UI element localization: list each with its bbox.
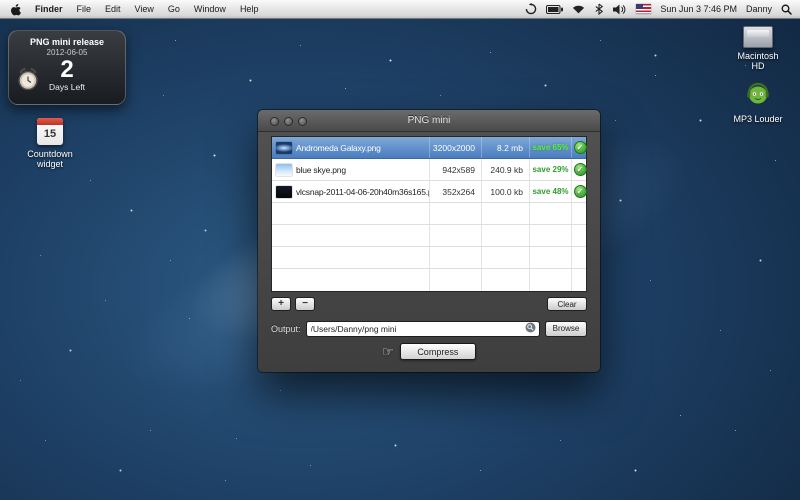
png-mini-window: PNG mini Andromeda Galaxy.png 3200x2000 … [258, 110, 600, 372]
apple-menu-icon[interactable] [0, 0, 28, 19]
window-titlebar[interactable]: PNG mini [258, 110, 600, 132]
output-row: Output: Browse [271, 320, 587, 337]
file-name-cell: blue skye.png [272, 159, 430, 180]
menu-item-help[interactable]: Help [233, 0, 266, 19]
volume-icon[interactable] [613, 4, 627, 15]
file-dimensions-cell: 942x589 [430, 159, 482, 180]
compress-button[interactable]: Compress [400, 343, 476, 360]
menu-item-go[interactable]: Go [161, 0, 187, 19]
file-size-cell: 240.9 kb [482, 159, 530, 180]
add-remove-group: + − [271, 297, 315, 311]
menu-item-view[interactable]: View [128, 0, 161, 19]
table-row-empty [272, 247, 586, 269]
file-dimensions-cell: 352x264 [430, 181, 482, 202]
mp3-louder-app-icon [745, 93, 771, 110]
table-row-empty [272, 203, 586, 225]
clear-button[interactable]: Clear [547, 297, 587, 311]
check-icon: ✓ [574, 185, 587, 198]
menu-item-edit[interactable]: Edit [98, 0, 128, 19]
table-row[interactable]: vlcsnap-2011-04-06-20h40m36s165.png 352x… [272, 181, 586, 203]
table-row[interactable]: Andromeda Galaxy.png 3200x2000 8.2 mb sa… [272, 137, 586, 159]
table-row-empty [272, 225, 586, 247]
spotlight-search-icon[interactable] [781, 4, 792, 15]
file-size-cell: 8.2 mb [482, 137, 530, 158]
status-cell: ✓ [572, 137, 588, 158]
check-icon: ✓ [574, 163, 587, 176]
file-list-table: Andromeda Galaxy.png 3200x2000 8.2 mb sa… [271, 136, 587, 292]
output-path-field[interactable] [306, 321, 540, 337]
battery-icon[interactable] [546, 5, 563, 14]
menu-bar-clock[interactable]: Sun Jun 3 7:46 PM [660, 4, 737, 14]
desktop-icon-mp3-louder[interactable]: MP3 Louder [720, 80, 796, 124]
desktop: Finder File Edit View Go Window Help Sun… [0, 0, 800, 500]
file-size-cell: 100.0 kb [482, 181, 530, 202]
output-label: Output: [271, 324, 301, 334]
pointing-hand-icon: ☞ [382, 345, 394, 358]
hard-drive-icon [743, 26, 773, 48]
alarm-clock-icon [16, 66, 40, 97]
file-savings-cell: save 48% [530, 181, 572, 202]
file-thumbnail [276, 142, 292, 154]
input-language-flag-icon[interactable] [636, 4, 651, 14]
file-dimensions-cell: 3200x2000 [430, 137, 482, 158]
countdown-widget-shortcut[interactable]: 15 Countdown widget [13, 118, 87, 169]
file-thumbnail [276, 164, 292, 176]
file-savings-cell: save 65% [530, 137, 572, 158]
menu-item-window[interactable]: Window [187, 0, 233, 19]
bluetooth-icon[interactable] [594, 3, 604, 15]
wifi-icon[interactable] [572, 4, 585, 14]
search-icon[interactable] [525, 320, 536, 338]
macintosh-hd-label: Macintosh HD [720, 51, 796, 71]
desktop-icon-macintosh-hd[interactable]: Macintosh HD [720, 26, 796, 71]
countdown-widget-label: Countdown widget [13, 149, 87, 169]
menu-item-finder[interactable]: Finder [28, 0, 70, 19]
countdown-panel-widget[interactable]: PNG mini release 2012-06-05 2 Days Left [8, 30, 126, 105]
compress-row: ☞ Compress [258, 343, 600, 360]
calendar-icon-day: 15 [37, 125, 63, 144]
status-cell: ✓ [572, 181, 588, 202]
file-savings-cell: save 29% [530, 159, 572, 180]
countdown-title: PNG mini release [9, 37, 125, 47]
calendar-icon: 15 [37, 118, 63, 145]
status-cell: ✓ [572, 159, 588, 180]
file-name-cell: vlcsnap-2011-04-06-20h40m36s165.png [272, 181, 430, 202]
file-name-cell: Andromeda Galaxy.png [272, 137, 430, 158]
calendar-icon-header [37, 118, 63, 125]
menu-bar: Finder File Edit View Go Window Help Sun… [0, 0, 800, 19]
menu-bar-status-area: Sun Jun 3 7:46 PM Danny [525, 3, 800, 15]
user-menu[interactable]: Danny [746, 4, 772, 14]
file-thumbnail [276, 186, 292, 198]
mp3-louder-label: MP3 Louder [720, 114, 796, 124]
output-path-input[interactable] [309, 324, 522, 334]
check-icon: ✓ [574, 141, 587, 154]
browse-button[interactable]: Browse [545, 321, 587, 337]
table-row[interactable]: blue skye.png 942x589 240.9 kb save 29% … [272, 159, 586, 181]
table-row-empty [272, 269, 586, 291]
remove-file-button[interactable]: − [295, 297, 315, 311]
window-title: PNG mini [258, 110, 600, 132]
menu-item-file[interactable]: File [70, 0, 99, 19]
add-file-button[interactable]: + [271, 297, 291, 311]
time-machine-icon[interactable] [525, 3, 537, 15]
